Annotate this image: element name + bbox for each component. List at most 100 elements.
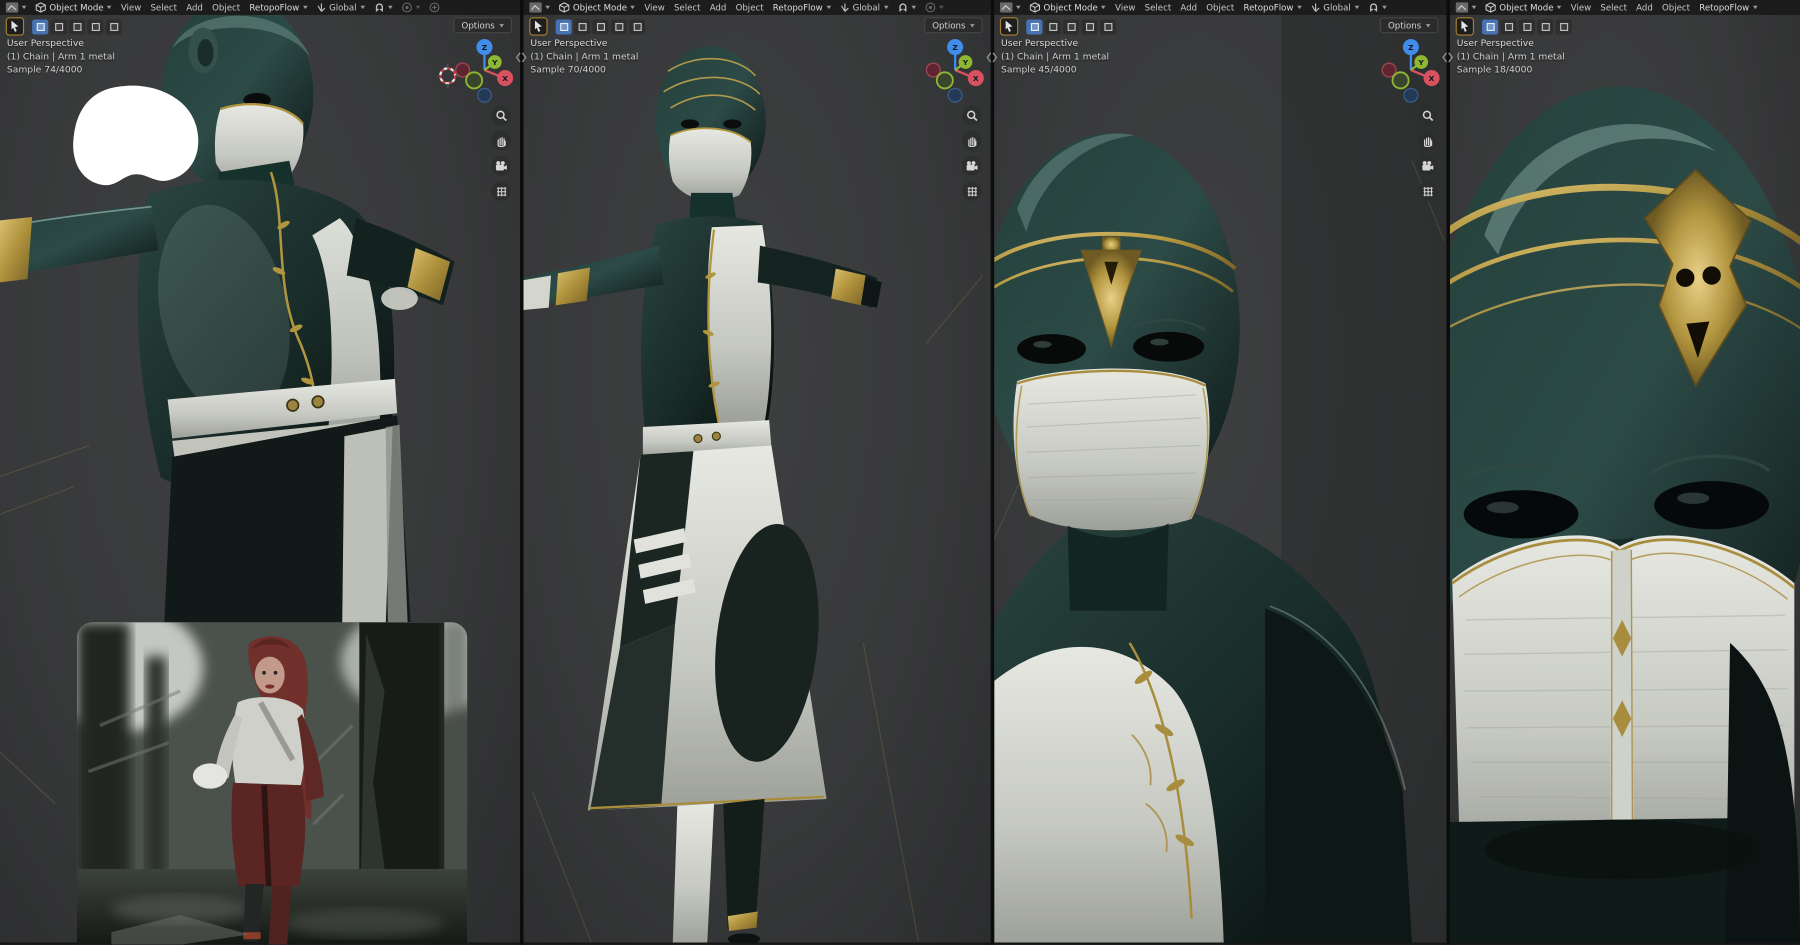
perspective-grid-icon[interactable] (1418, 181, 1438, 201)
snap-dropdown[interactable] (374, 2, 392, 12)
y-neg-axis-handle[interactable] (466, 72, 482, 88)
tweak-tool-button[interactable] (6, 17, 24, 35)
select-mode-extend-button[interactable] (574, 19, 590, 34)
snap-dropdown[interactable] (1368, 2, 1386, 12)
tweak-tool-button[interactable] (1456, 17, 1474, 35)
select-mode-new-button[interactable] (32, 19, 48, 34)
menu-retopoflow[interactable]: RetopoFlow (1243, 2, 1301, 12)
select-mode-intersect-button[interactable] (106, 19, 122, 34)
select-mode-new-button[interactable] (556, 19, 572, 34)
menu-select[interactable]: Select (1600, 2, 1627, 12)
mode-dropdown[interactable]: Object Mode (559, 2, 635, 12)
viewport-nav-buttons (1418, 106, 1438, 201)
y-neg-axis-handle[interactable] (937, 72, 953, 88)
pan-hand-icon[interactable] (962, 131, 982, 151)
select-mode-intersect-button[interactable] (1100, 19, 1116, 34)
chevron-down-icon (1753, 6, 1758, 9)
select-mode-invert-button[interactable] (1081, 19, 1097, 34)
transform-orientation-dropdown[interactable]: Global (840, 2, 888, 12)
menu-select[interactable]: Select (674, 2, 701, 12)
proportional-editing-dropdown[interactable] (401, 2, 419, 12)
menu-view[interactable]: View (644, 2, 664, 12)
chevron-down-icon (970, 24, 975, 27)
menu-add[interactable]: Add (186, 2, 203, 12)
select-mode-invert-button[interactable] (87, 19, 103, 34)
camera-view-icon[interactable] (962, 156, 982, 176)
menu-retopoflow[interactable]: RetopoFlow (249, 2, 307, 12)
options-dropdown[interactable]: Options (924, 17, 982, 33)
menu-object[interactable]: Object (212, 2, 240, 12)
snap-dropdown[interactable] (897, 2, 915, 12)
area-resize-handle[interactable] (986, 51, 997, 65)
menu-add[interactable]: Add (1636, 2, 1653, 12)
navigation-gizmo[interactable]: Z Y X (1381, 36, 1441, 105)
pan-hand-icon[interactable] (491, 131, 511, 151)
select-mode-subtract-button[interactable] (69, 19, 85, 34)
navigation-gizmo[interactable]: Z Y X (925, 36, 985, 105)
select-mode-new-button[interactable] (1482, 19, 1498, 34)
menu-select[interactable]: Select (1145, 2, 1172, 12)
z-neg-axis-handle[interactable] (478, 88, 492, 102)
menu-view[interactable]: View (121, 2, 141, 12)
object-mode-cube-icon (36, 2, 46, 12)
menu-object[interactable]: Object (1206, 2, 1234, 12)
patreon-blob-logo (69, 78, 213, 197)
perspective-grid-icon[interactable] (962, 181, 982, 201)
tweak-tool-button[interactable] (529, 17, 547, 35)
select-mode-subtract-button[interactable] (1519, 19, 1535, 34)
z-neg-axis-handle[interactable] (1404, 88, 1418, 102)
mode-dropdown[interactable]: Object Mode (1486, 2, 1562, 12)
menu-object[interactable]: Object (1662, 2, 1690, 12)
select-mode-invert-button[interactable] (1537, 19, 1553, 34)
editor-type-button[interactable] (1000, 2, 1021, 12)
menu-select[interactable]: Select (150, 2, 177, 12)
select-mode-invert-button[interactable] (611, 19, 627, 34)
area-border (1446, 0, 1449, 945)
select-mode-subtract-button[interactable] (1063, 19, 1079, 34)
select-mode-extend-button[interactable] (1500, 19, 1516, 34)
options-dropdown[interactable]: Options (454, 17, 512, 33)
options-dropdown[interactable]: Options (1380, 17, 1438, 33)
menu-view[interactable]: View (1571, 2, 1591, 12)
transform-orientation-dropdown[interactable]: Global (316, 2, 364, 12)
select-mode-new-button[interactable] (1026, 19, 1042, 34)
mode-dropdown[interactable]: Object Mode (36, 2, 112, 12)
zoom-icon[interactable] (491, 106, 511, 126)
select-mode-extend-button[interactable] (51, 19, 67, 34)
tweak-tool-button[interactable] (1000, 17, 1018, 35)
viewport-info-overlay: User Perspective (1) Chain | Arm 1 metal… (1457, 37, 1565, 77)
select-mode-subtract-button[interactable] (592, 19, 608, 34)
menu-view[interactable]: View (1115, 2, 1135, 12)
chevron-down-icon (1557, 6, 1562, 9)
y-neg-axis-handle[interactable] (1393, 72, 1409, 88)
chevron-down-icon (303, 6, 308, 9)
area-resize-handle[interactable] (1442, 51, 1453, 65)
zoom-icon[interactable] (962, 106, 982, 126)
navigation-gizmo[interactable]: Z Y X (455, 36, 515, 105)
overlay-plus-icon[interactable] (429, 2, 439, 12)
editor-type-button[interactable] (529, 2, 550, 12)
chevron-down-icon (1472, 6, 1477, 9)
select-mode-intersect-button[interactable] (629, 19, 645, 34)
area-border (991, 0, 994, 945)
transform-orientation-dropdown[interactable]: Global (1311, 2, 1359, 12)
view-perspective-label: User Perspective (1457, 37, 1565, 50)
select-mode-extend-button[interactable] (1045, 19, 1061, 34)
mode-dropdown[interactable]: Object Mode (1030, 2, 1106, 12)
z-neg-axis-handle[interactable] (948, 88, 962, 102)
select-mode-intersect-button[interactable] (1556, 19, 1572, 34)
menu-retopoflow[interactable]: RetopoFlow (773, 2, 831, 12)
camera-view-icon[interactable] (1418, 156, 1438, 176)
menu-add[interactable]: Add (710, 2, 727, 12)
camera-view-icon[interactable] (491, 156, 511, 176)
menu-retopoflow[interactable]: RetopoFlow (1699, 2, 1757, 12)
menu-add[interactable]: Add (1180, 2, 1197, 12)
area-resize-handle[interactable] (515, 51, 526, 65)
perspective-grid-icon[interactable] (491, 181, 511, 201)
editor-type-button[interactable] (1456, 2, 1477, 12)
proportional-editing-dropdown[interactable] (925, 2, 943, 12)
editor-type-button[interactable] (6, 2, 27, 12)
pan-hand-icon[interactable] (1418, 131, 1438, 151)
menu-object[interactable]: Object (736, 2, 764, 12)
zoom-icon[interactable] (1418, 106, 1438, 126)
